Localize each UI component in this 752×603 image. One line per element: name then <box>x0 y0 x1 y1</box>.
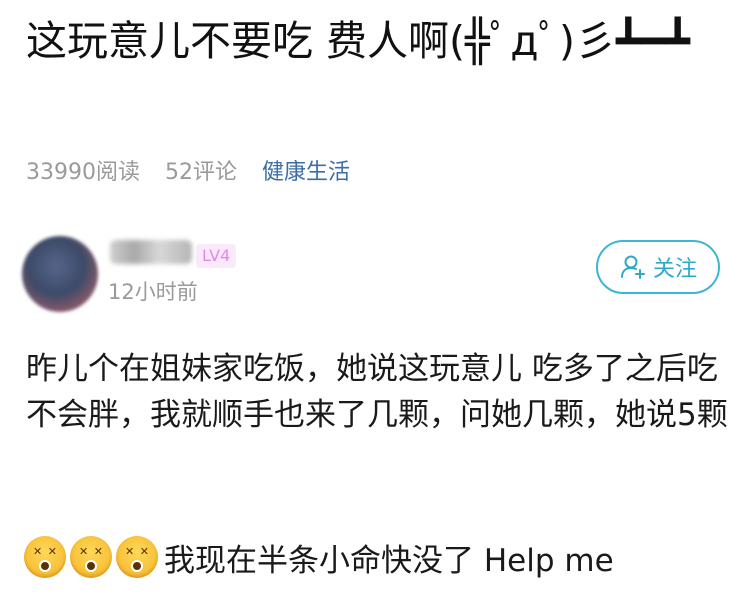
post-body: 昨儿个在姐妹家吃饭，她说这玩意儿 吃多了之后吃不会胖，我就顺手也来了几颗，问她几… <box>26 351 728 433</box>
post-meta: 33990阅读 52评论 健康生活 <box>26 156 368 190</box>
emoji-line-text: 我现在半条小命快没了 Help me <box>164 542 614 579</box>
category-link[interactable]: 健康生活 <box>262 160 350 185</box>
username[interactable] <box>110 240 192 264</box>
comment-count[interactable]: 52评论 <box>165 160 237 185</box>
follow-button[interactable]: 关注 <box>596 240 720 294</box>
level-badge: LV4 <box>196 244 237 268</box>
emoji-line: ✕ ✕ ✕ ✕ ✕ ✕ 我现在半条小命快没了 Help me <box>24 532 614 582</box>
read-count: 33990阅读 <box>26 160 140 185</box>
add-user-icon <box>620 255 645 279</box>
follow-label: 关注 <box>652 257 697 282</box>
avatar[interactable] <box>22 236 98 312</box>
post-time: 12小时前 <box>108 280 198 304</box>
dizzy-face-icon: ✕ ✕ <box>116 536 158 578</box>
dizzy-face-icon: ✕ ✕ <box>24 536 66 578</box>
dizzy-face-icon: ✕ ✕ <box>70 536 112 578</box>
post-title: 这玩意儿不要吃 费人啊(╬ﾟдﾟ)彡┻━┻ <box>26 17 691 65</box>
author-row: LV4 12小时前 关注 <box>22 232 732 312</box>
